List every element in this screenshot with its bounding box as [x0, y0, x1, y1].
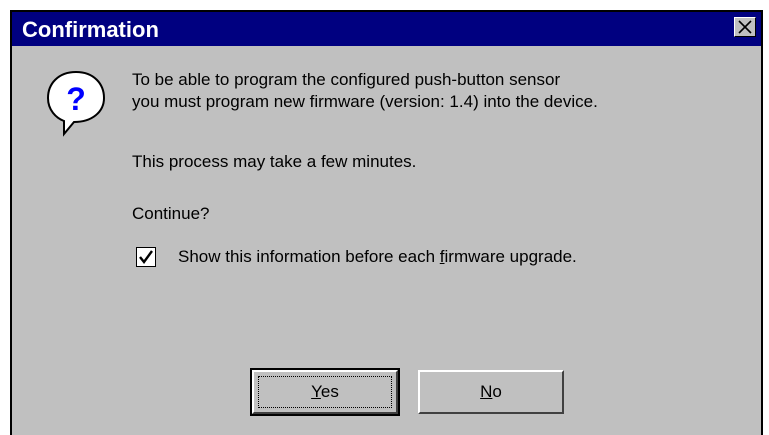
check-icon [139, 250, 153, 264]
no-button[interactable]: No [418, 370, 564, 414]
message-line-4: Continue? [132, 204, 210, 223]
confirmation-dialog: Confirmation ? To be able to program the… [10, 10, 763, 435]
titlebar[interactable]: Confirmation [12, 12, 761, 46]
close-button[interactable] [734, 17, 756, 37]
close-icon [738, 20, 752, 34]
message-line-2: you must program new firmware (version: … [132, 92, 598, 111]
message-line-1: To be able to program the configured pus… [132, 70, 561, 89]
message-line-3: This process may take a few minutes. [132, 152, 417, 171]
show-info-checkbox[interactable] [136, 247, 156, 267]
window-title: Confirmation [22, 17, 159, 42]
yes-button[interactable]: Yes [250, 368, 400, 416]
svg-text:?: ? [66, 81, 86, 117]
question-icon: ? [46, 70, 106, 137]
focus-rect [258, 376, 392, 408]
show-info-checkbox-label[interactable]: Show this information before each firmwa… [178, 247, 577, 267]
